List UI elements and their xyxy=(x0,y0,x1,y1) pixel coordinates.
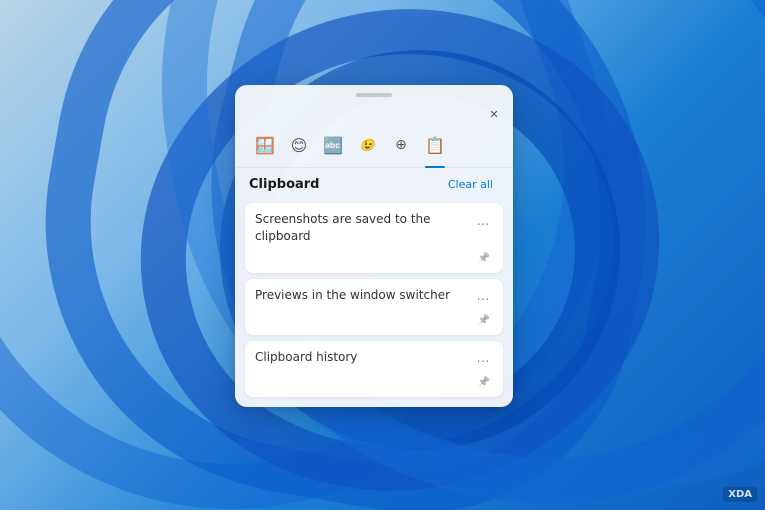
item-top-row: Screenshots are saved to the clipboard … xyxy=(255,211,493,245)
item-text: Clipboard history xyxy=(255,349,469,366)
clipboard-item[interactable]: Clipboard history … xyxy=(245,341,503,397)
tab-special-icon[interactable]: 😉 xyxy=(351,129,383,161)
pin-icon xyxy=(478,375,490,388)
tab-clipboard-active-icon[interactable]: 📋 xyxy=(419,129,451,161)
item-bottom-row xyxy=(255,249,493,267)
panel-header: Clipboard Clear all xyxy=(235,168,513,199)
item-menu-button[interactable]: … xyxy=(473,211,493,231)
tab-emoji-icon[interactable]: 😊 xyxy=(283,129,315,161)
clipboard-item[interactable]: Previews in the window switcher … xyxy=(245,279,503,335)
item-bottom-row xyxy=(255,311,493,329)
item-bottom-row xyxy=(255,373,493,391)
item-menu-button[interactable]: … xyxy=(473,287,493,307)
clipboard-item[interactable]: Screenshots are saved to the clipboard … xyxy=(245,203,503,273)
tab-kaomoji-icon[interactable]: 🔤 xyxy=(317,129,349,161)
clipboard-items-list: Screenshots are saved to the clipboard …… xyxy=(235,199,513,407)
item-menu-button[interactable]: … xyxy=(473,349,493,369)
clipboard-panel: ✕ 🪟 😊 🔤 😉 ⊕ 📋 Clipboard Clear all Screen… xyxy=(235,85,513,407)
item-top-row: Clipboard history … xyxy=(255,349,493,369)
close-button[interactable]: ✕ xyxy=(483,103,505,125)
panel-title: Clipboard xyxy=(249,177,319,192)
xda-watermark: XDA xyxy=(723,487,757,502)
drag-indicator xyxy=(356,93,392,97)
tab-clipboard-icon[interactable]: 🪟 xyxy=(249,129,281,161)
clear-all-button[interactable]: Clear all xyxy=(442,176,499,193)
tab-symbols-icon[interactable]: ⊕ xyxy=(385,129,417,161)
close-row: ✕ xyxy=(235,101,513,125)
pin-button[interactable] xyxy=(475,249,493,267)
drag-bar xyxy=(235,85,513,101)
pin-button[interactable] xyxy=(475,373,493,391)
item-text: Previews in the window switcher xyxy=(255,287,469,304)
pin-icon xyxy=(478,251,490,264)
panel-tabs: 🪟 😊 🔤 😉 ⊕ 📋 xyxy=(235,125,513,168)
item-top-row: Previews in the window switcher … xyxy=(255,287,493,307)
item-text: Screenshots are saved to the clipboard xyxy=(255,211,469,245)
pin-icon xyxy=(478,313,490,326)
pin-button[interactable] xyxy=(475,311,493,329)
